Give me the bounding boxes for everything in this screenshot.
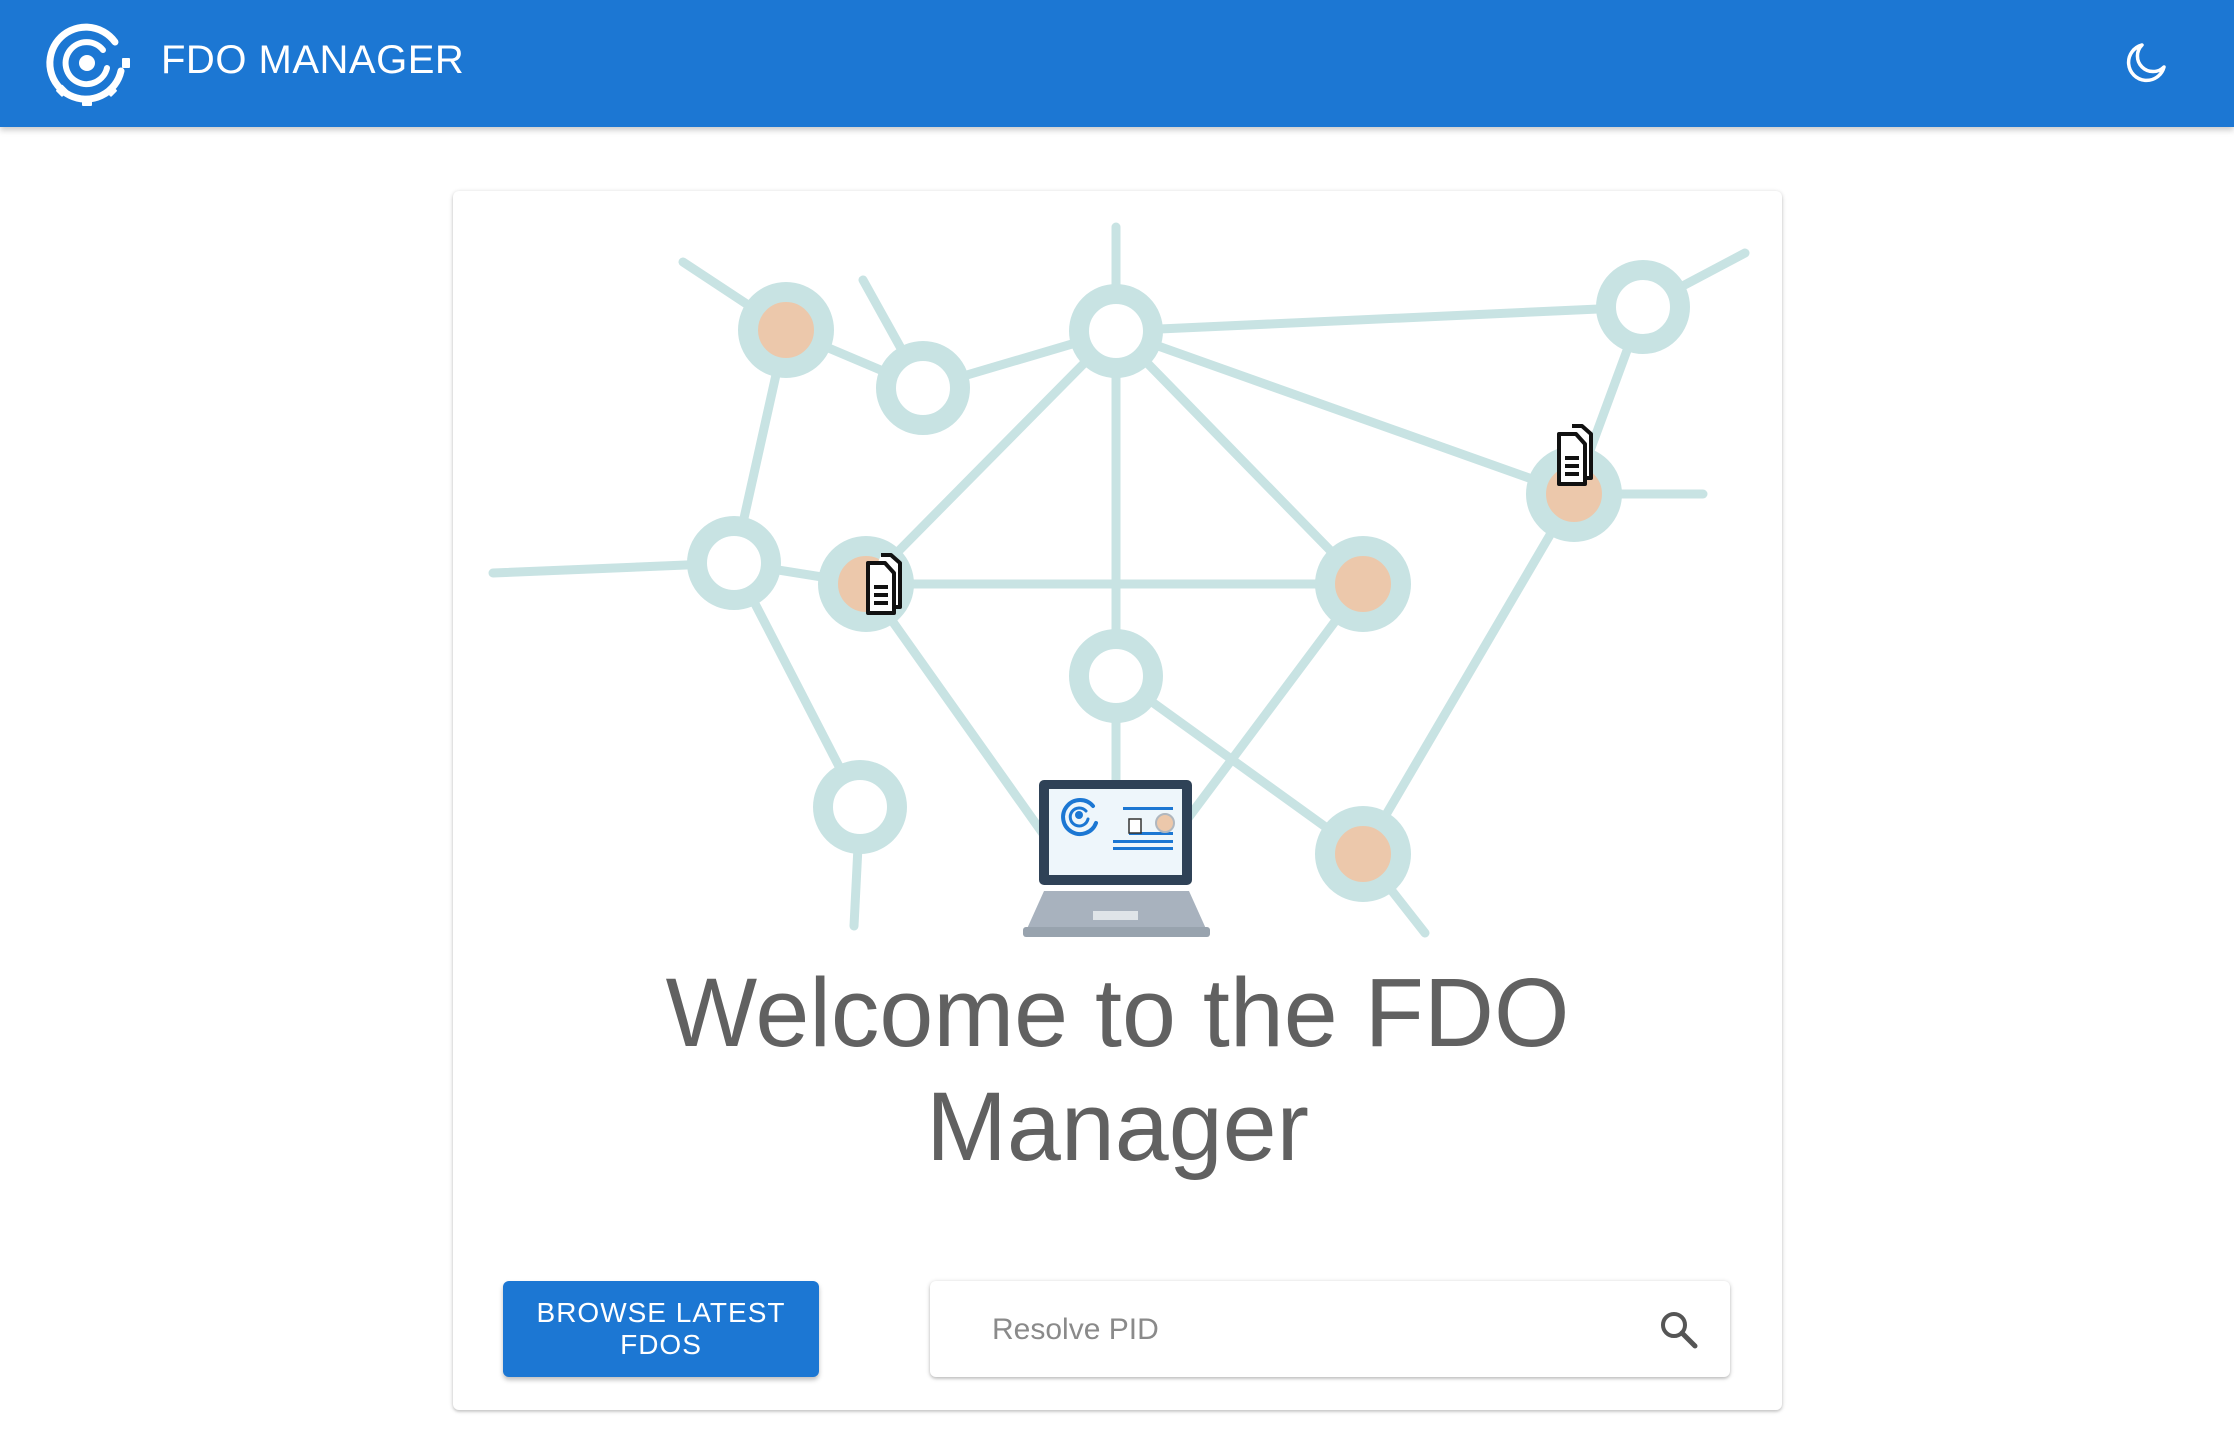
document-icon bbox=[866, 553, 902, 615]
network-illustration bbox=[488, 222, 1750, 938]
welcome-card: Welcome to the FDO Manager BROWSE LATEST… bbox=[453, 191, 1782, 1410]
fdo-logo-icon[interactable] bbox=[44, 20, 130, 106]
welcome-line-1: Welcome to the FDO bbox=[665, 958, 1570, 1067]
browse-latest-fdos-button[interactable]: BROWSE LATEST FDOS bbox=[503, 1281, 819, 1377]
resolve-pid-input[interactable] bbox=[990, 1299, 1594, 1361]
moon-icon[interactable] bbox=[2122, 37, 2172, 87]
document-icon bbox=[1557, 424, 1593, 486]
app-title: FDO MANAGER bbox=[161, 38, 465, 82]
resolve-pid-search bbox=[930, 1281, 1730, 1377]
app-bar: FDO MANAGER bbox=[0, 0, 2234, 127]
search-icon[interactable] bbox=[1657, 1308, 1701, 1352]
welcome-heading: Welcome to the FDO Manager bbox=[453, 956, 1782, 1184]
welcome-line-2: Manager bbox=[926, 1072, 1309, 1181]
laptop-icon bbox=[1023, 780, 1210, 937]
